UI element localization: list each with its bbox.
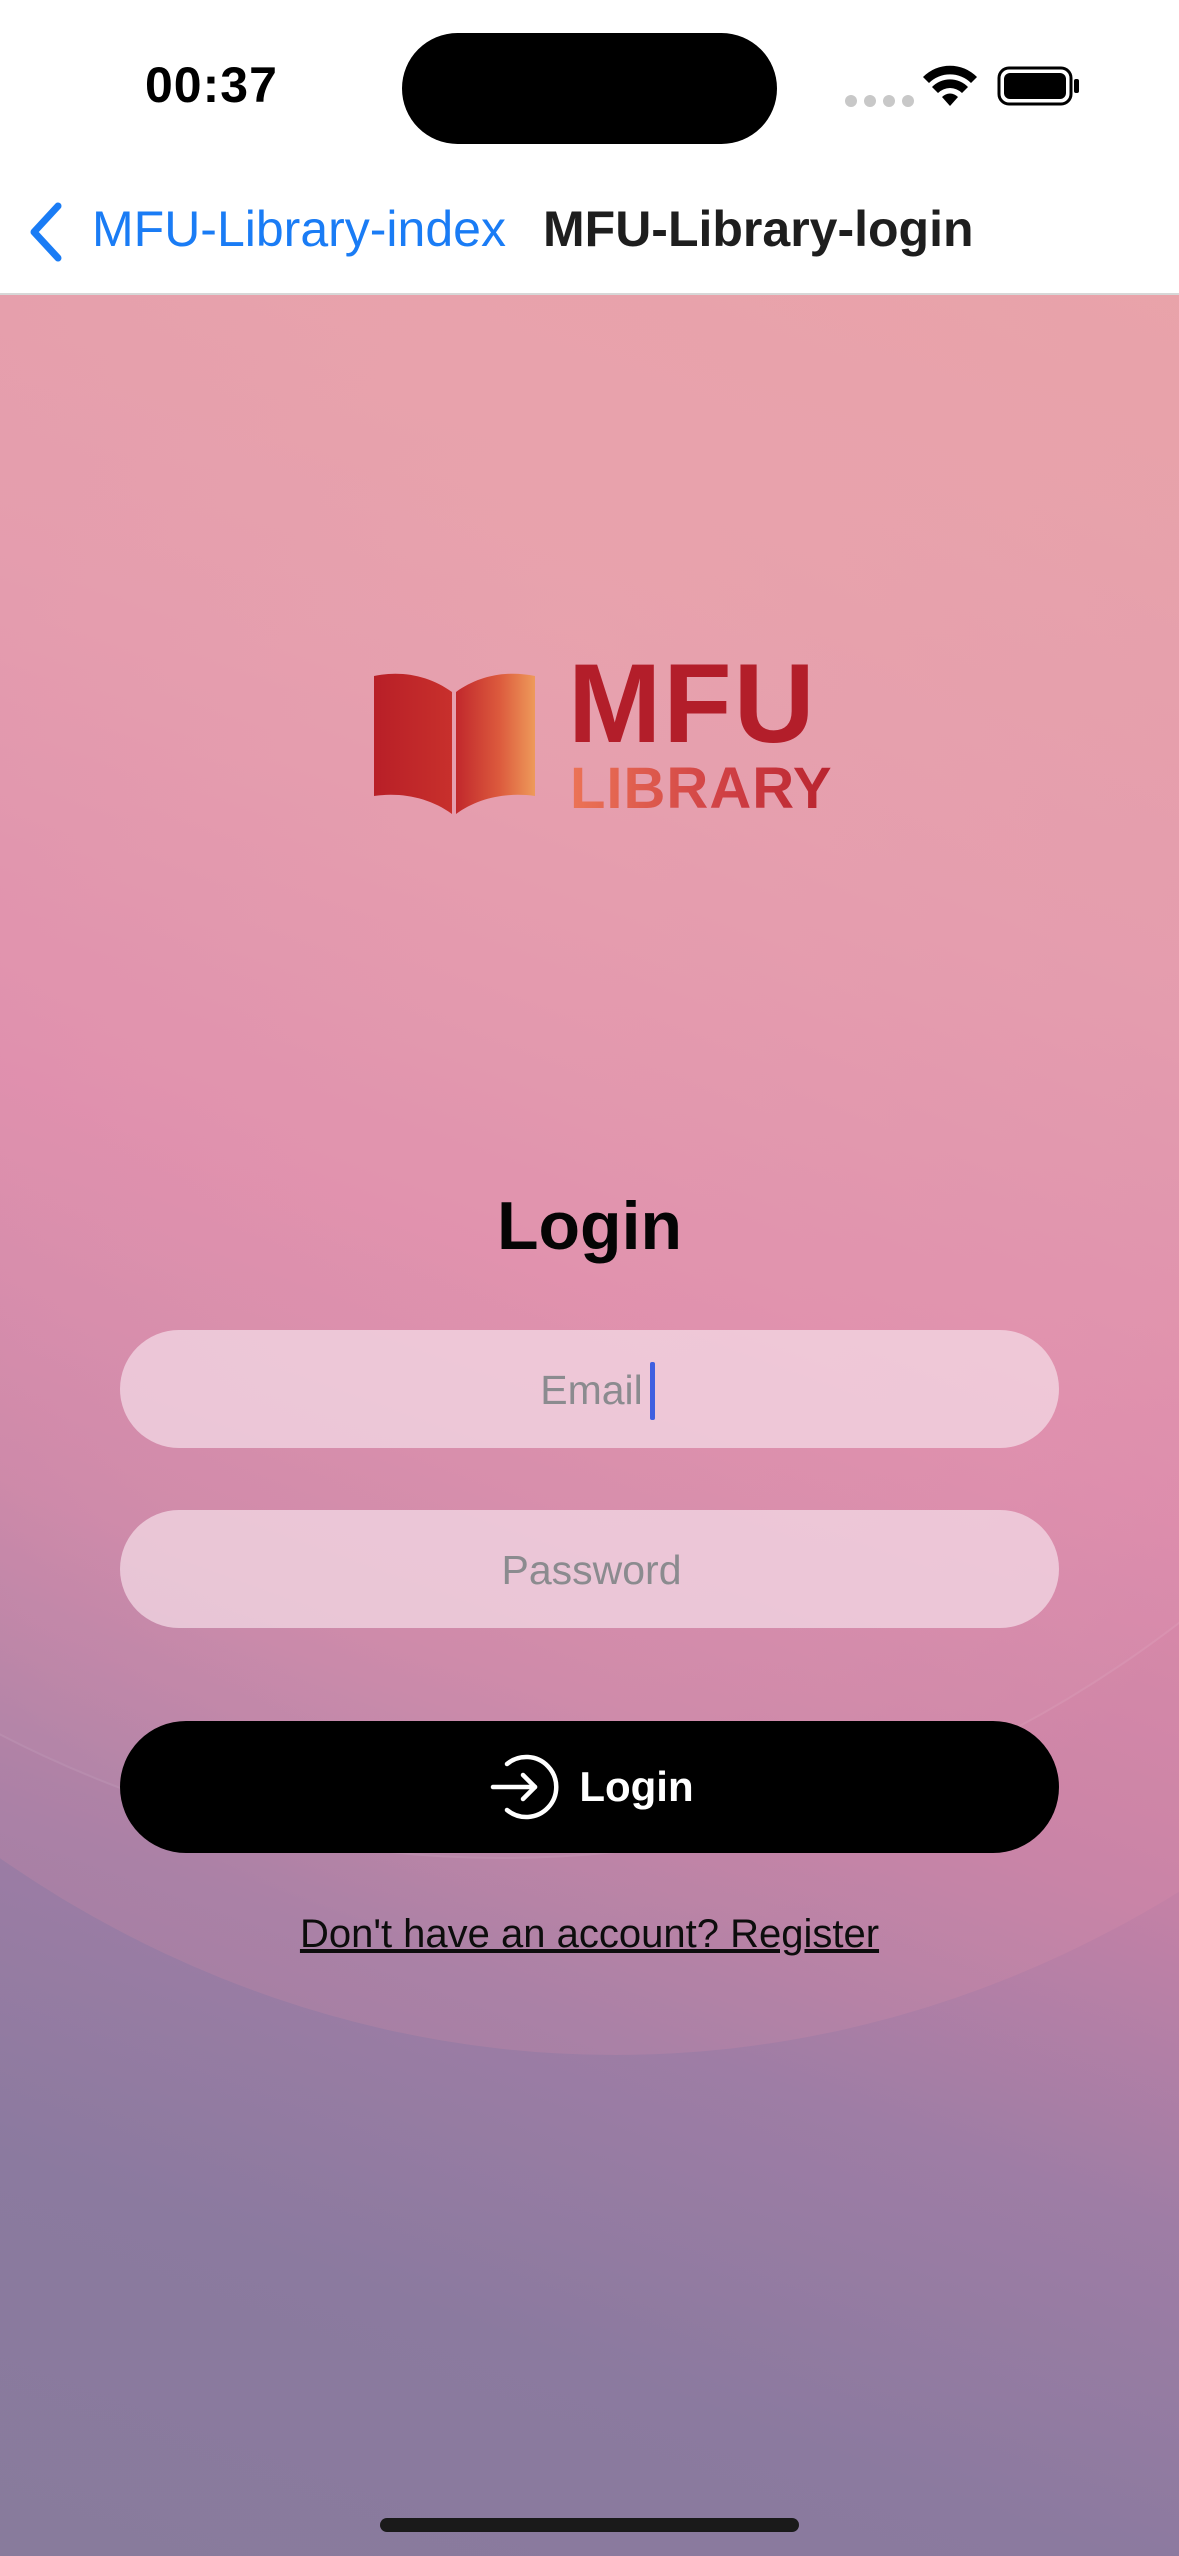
status-bar: 00:37 — [0, 0, 1179, 170]
login-button-label: Login — [579, 1763, 694, 1810]
login-heading: Login — [496, 1188, 683, 1264]
register-link[interactable]: Don't have an account? Register — [0, 1912, 1179, 1957]
text-cursor — [650, 1362, 655, 1420]
back-button[interactable]: MFU-Library-index — [92, 200, 506, 258]
logo-text-mfu: MFU — [568, 641, 817, 766]
navigation-bar: MFU-Library-index MFU-Library-login — [0, 170, 1179, 295]
password-field-container — [120, 1510, 1063, 1630]
wifi-icon — [923, 65, 977, 106]
email-field-container — [120, 1330, 1063, 1450]
email-input[interactable] — [120, 1330, 1063, 1450]
cellular-signal-icon — [845, 95, 914, 107]
open-book-icon — [374, 673, 535, 814]
login-arrow-icon — [491, 1754, 559, 1820]
login-button[interactable]: Login — [120, 1721, 1059, 1853]
home-indicator[interactable] — [380, 2518, 799, 2532]
password-input[interactable] — [120, 1510, 1063, 1630]
mfu-library-logo: MFU LIBRARY — [372, 648, 832, 818]
chevron-left-icon[interactable] — [22, 200, 70, 264]
dynamic-island — [402, 33, 777, 144]
login-screen: 00:37 MFU-Library-index MFU-Library-logi… — [0, 0, 1179, 2556]
status-time: 00:37 — [145, 57, 278, 113]
page-title: MFU-Library-login — [543, 201, 974, 257]
battery-icon — [997, 66, 1079, 106]
logo-text-library: LIBRARY — [570, 756, 833, 821]
